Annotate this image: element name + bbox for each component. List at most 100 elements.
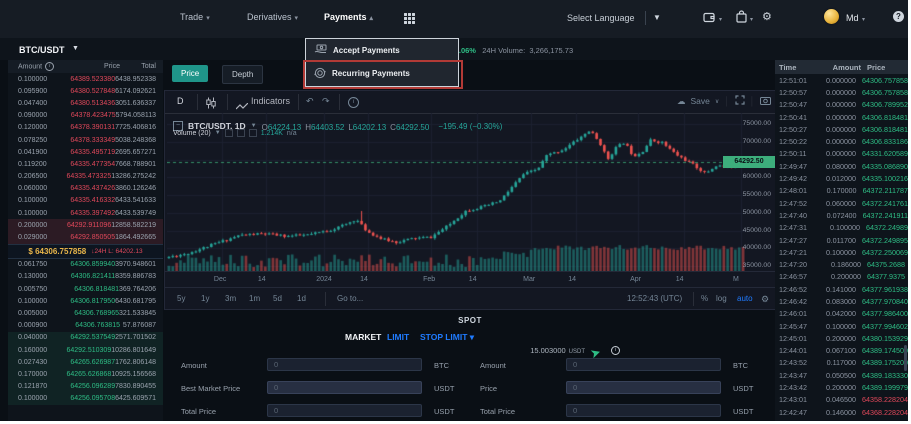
goto-button[interactable]: Go to...	[337, 294, 363, 303]
user-coin-avatar[interactable]	[824, 9, 839, 24]
price-cell: 64292.537549	[62, 334, 115, 341]
amount-input[interactable]	[566, 358, 721, 371]
menu-item-recurring-payments[interactable]: Recurring Payments	[306, 62, 458, 85]
info-icon[interactable]: i	[45, 62, 54, 71]
orders-bag-icon[interactable]	[735, 10, 748, 29]
trade-row: 12:45:470.10000064377.994602	[775, 320, 908, 332]
range-1d[interactable]: 1d	[297, 294, 306, 303]
interval-button[interactable]: D	[177, 96, 184, 106]
redo-icon[interactable]: ↷	[322, 96, 330, 107]
bid-row[interactable]: 0.00090064306.76381557.876087	[8, 320, 163, 332]
bid-row[interactable]: 0.06175064306.8599403970.948601	[8, 259, 163, 271]
bid-row[interactable]: 0.00575064306.818481369.764206	[8, 283, 163, 295]
trade-amount: 0.083000	[817, 297, 856, 306]
tab-stop-limit[interactable]: STOP LIMIT ▾	[420, 332, 474, 343]
ask-row[interactable]: 0.10000064335.4163326433.541633	[8, 195, 163, 207]
volume-close-icon[interactable]	[249, 129, 257, 137]
price-input[interactable]	[566, 381, 721, 394]
buy-info-icon[interactable]: i	[611, 346, 620, 355]
chart-footer: 5y 1y 3m 1m 5d 1d Go to... 12:52:43 (UTC) % l…	[165, 287, 775, 310]
amount-input[interactable]	[267, 358, 422, 371]
trades-scrollbar[interactable]	[904, 345, 907, 371]
chart-info-icon[interactable]: i	[348, 97, 359, 108]
trade-time: 12:43:42	[775, 383, 817, 392]
ask-row[interactable]: 0.10000064335.3974926433.539749	[8, 207, 163, 219]
trade-row: 12:50:570.00000064306.757858	[775, 86, 908, 98]
best-market-price-input[interactable]	[267, 381, 422, 394]
bid-row[interactable]: 0.13000064306.8214118359.886783	[8, 271, 163, 283]
ask-row[interactable]: 0.10000064389.5233806438.952338	[8, 73, 163, 85]
help-icon[interactable]: ?	[893, 11, 904, 22]
total-cell: 5038.248368	[115, 137, 163, 144]
fullscreen-icon[interactable]	[735, 95, 745, 107]
range-1y[interactable]: 1y	[201, 294, 209, 303]
cloud-icon[interactable]: ☁	[677, 96, 686, 107]
bid-row[interactable]: 0.02743064265.6269871762.806148	[8, 356, 163, 368]
save-caret-icon[interactable]: ∨	[715, 98, 719, 105]
language-caret-icon[interactable]: ▼	[653, 13, 661, 22]
volume-settings-icon[interactable]	[237, 129, 245, 137]
ask-row[interactable]: 0.12000064378.3901317725.406816	[8, 122, 163, 134]
menu-item-accept-payments[interactable]: Accept Payments	[306, 39, 458, 62]
wallet-icon[interactable]	[703, 11, 717, 29]
tab-depth[interactable]: Depth	[222, 65, 263, 84]
apps-grid-icon[interactable]	[404, 13, 417, 26]
volume-eye-icon[interactable]	[225, 129, 233, 137]
save-button[interactable]: Save	[691, 96, 710, 106]
ask-row[interactable]: 0.04190064335.4957192695.657271	[8, 146, 163, 158]
range-5d[interactable]: 5d	[273, 294, 282, 303]
log-scale-button[interactable]: log	[716, 294, 727, 303]
screenshot-camera-icon[interactable]	[760, 96, 771, 107]
tab-limit[interactable]: LIMIT	[387, 332, 409, 342]
trade-price: 64389.174500	[856, 346, 908, 355]
tab-market[interactable]: MARKET	[345, 332, 381, 342]
bid-row[interactable]: 0.10000064256.0957086425.609571	[8, 393, 163, 405]
ask-row[interactable]: 0.11920064335.4773547668.788901	[8, 158, 163, 170]
nav-item-derivatives[interactable]: Derivatives▾	[247, 12, 298, 22]
time-axis[interactable]: Dec14202414Feb14Mar14Apr14M	[165, 271, 775, 288]
indicators-button[interactable]: Indicators	[251, 96, 290, 106]
field-label: Best Market Price	[181, 384, 240, 393]
trade-time: 12:47:21	[775, 248, 817, 257]
undo-icon[interactable]: ↶	[306, 96, 314, 107]
volume-label[interactable]: Volume (20)	[173, 130, 211, 137]
bid-row[interactable]: 0.10000064306.8179506430.681795	[8, 295, 163, 307]
clock[interactable]: 12:52:43 (UTC)	[627, 294, 682, 303]
trade-time: 12:44:01	[775, 346, 817, 355]
bid-row[interactable]: 0.16000064292.51030910286.801649	[8, 344, 163, 356]
ask-row[interactable]: 0.04740064380.5134363051.636337	[8, 97, 163, 109]
ask-row[interactable]: 0.20650064335.47332513286.275242	[8, 171, 163, 183]
price-cell: 64380.513436	[62, 100, 115, 107]
total-price-input[interactable]	[267, 404, 422, 417]
trade-time: 12:46:52	[775, 285, 817, 294]
volume-caret-icon[interactable]: ▼	[215, 130, 221, 136]
user-menu[interactable]: Md	[846, 13, 859, 23]
ask-row[interactable]: 0.20000064292.91109612858.582219	[8, 219, 163, 231]
range-1m[interactable]: 1m	[249, 294, 260, 303]
ask-row[interactable]: 0.09000064378.4234755794.058113	[8, 110, 163, 122]
bid-row[interactable]: 0.17000064265.62686810925.156568	[8, 368, 163, 380]
ask-row[interactable]: 0.02900064292.8505051864.492665	[8, 231, 163, 243]
bid-row[interactable]: 0.04000064292.5375492571.701502	[8, 332, 163, 344]
range-3m[interactable]: 3m	[225, 294, 236, 303]
total-price-input[interactable]	[566, 404, 721, 417]
gear-icon[interactable]: ⚙	[762, 11, 772, 24]
bid-row[interactable]: 0.12187064256.0962897830.890455	[8, 381, 163, 393]
select-language[interactable]: Select Language	[567, 13, 635, 23]
ask-row[interactable]: 0.09590064380.5278486174.092621	[8, 85, 163, 97]
nav-item-payments[interactable]: Payments▴	[324, 12, 373, 22]
trade-price: 64306.818481	[856, 125, 908, 134]
trade-row: 12:43:420.20000064389.199979	[775, 381, 908, 393]
pair-selector[interactable]: BTC/USDT	[19, 45, 65, 55]
ask-row[interactable]: 0.07825064378.3333495038.248368	[8, 134, 163, 146]
tab-price[interactable]: Price	[172, 65, 208, 82]
candle-style-icon[interactable]	[205, 96, 217, 114]
auto-scale-button[interactable]: auto	[737, 294, 753, 303]
ask-row[interactable]: 0.06000064335.4374263860.126246	[8, 183, 163, 195]
axis-settings-gear-icon[interactable]: ⚙	[761, 294, 769, 305]
range-5y[interactable]: 5y	[177, 294, 185, 303]
bid-row[interactable]: 0.00500064306.768965321.533845	[8, 307, 163, 319]
percent-scale-button[interactable]: %	[701, 294, 708, 303]
pair-caret-icon[interactable]: ▼	[72, 45, 79, 52]
nav-item-trade[interactable]: Trade▾	[180, 12, 210, 22]
